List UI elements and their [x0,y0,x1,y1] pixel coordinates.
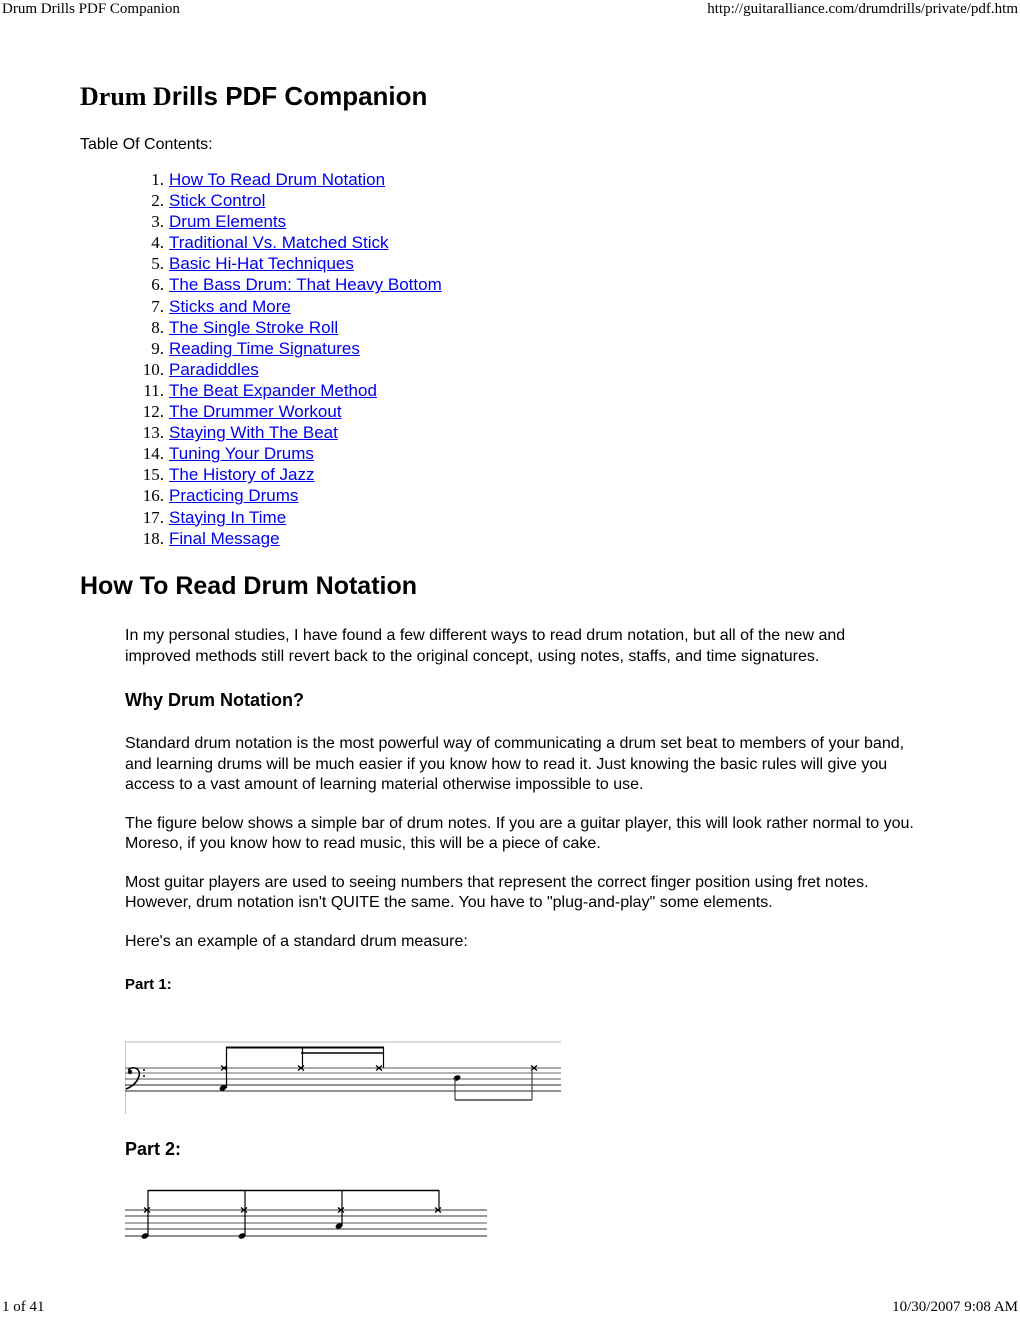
toc-item-number: 17. [142,507,164,527]
toc-link[interactable]: The Bass Drum: That Heavy Bottom [169,274,442,295]
toc-link[interactable]: Basic Hi-Hat Techniques [169,253,354,274]
page-count: 1 of 41 [2,1299,45,1315]
staff-lines [125,1067,561,1092]
toc-link[interactable]: Tuning Your Drums [169,443,314,464]
staff-lines [125,1209,487,1237]
toc-link[interactable]: How To Read Drum Notation [169,169,385,190]
toc-link[interactable]: Staying With The Beat [169,422,338,443]
toc-item: 7. Sticks and More [80,296,940,317]
toc-item: 10. Paradiddles [80,359,940,380]
toc-link[interactable]: Final Message [169,528,280,549]
toc-item: 1. How To Read Drum Notation [80,169,940,190]
document-title-serif-part: Drum D [80,82,172,111]
toc-item: 17. Staying In Time [80,507,940,528]
toc-item-number: 11. [143,380,164,400]
print-header-url: http://guitaralliance.com/drumdrills/pri… [707,1,1018,17]
toc-item-number: 14. [142,444,164,464]
toc-label: Table Of Contents: [80,136,213,153]
toc-item: 9. Reading Time Signatures [80,338,940,359]
toc-item-number: 9. [151,338,164,358]
toc-item-number: 13. [142,423,164,443]
part2-label: Part 2: [125,1139,182,1159]
toc-item: 18. Final Message [80,528,940,549]
toc-item: 2. Stick Control [80,190,940,211]
toc-item-number: 5. [151,254,164,274]
toc-link[interactable]: Practicing Drums [169,485,298,506]
toc-item-number: 15. [142,465,164,485]
paragraph-standard-notation: Standard drum notation is the most power… [125,735,905,793]
toc-link[interactable]: Staying In Time [169,507,286,528]
snare-notehead [453,1075,461,1081]
paragraph-example-intro: Here's an example of a standard drum mea… [125,932,468,950]
toc-item-number: 8. [151,317,164,337]
toc-link[interactable]: Stick Control [169,190,265,211]
notation-figure-part1 [125,1041,561,1114]
document-title: Drum Drills PDF Companion [80,78,940,115]
toc-item-number: 2. [151,191,164,211]
toc-item-number: 7. [151,296,164,316]
toc-item-number: 1. [151,170,164,189]
toc-item: 11. The Beat Expander Method [80,380,940,401]
toc-item: 14. Tuning Your Drums [80,443,940,464]
toc-item-number: 16. [142,486,164,506]
toc-item: 5. Basic Hi-Hat Techniques [80,253,940,274]
subheading-why-drum-notation: Why Drum Notation? [125,690,304,710]
table-of-contents: 1. How To Read Drum Notation 2. Stick Contr… [80,169,940,549]
toc-item-number: 6. [151,275,164,295]
section-heading: How To Read Drum Notation [80,572,418,600]
toc-item: 8. The Single Stroke Roll [80,317,940,338]
print-header-title: Drum Drills PDF Companion [2,1,180,17]
toc-link[interactable]: Paradiddles [169,359,259,380]
bass-clef-icon [125,1067,145,1090]
toc-item: 4. Traditional Vs. Matched Stick [80,232,940,253]
intro-paragraph: In my personal studies, I have found a f… [125,627,846,665]
toc-item: 13. Staying With The Beat [80,422,940,443]
toc-item-number: 18. [142,528,164,548]
part1-label: Part 1: [125,976,172,993]
toc-item-number: 12. [142,402,164,422]
toc-link[interactable]: The History of Jazz [169,464,315,485]
document-title-sans-part: rills PDF Companion [171,81,428,111]
toc-link[interactable]: Drum Elements [169,211,286,232]
toc-link[interactable]: The Beat Expander Method [169,380,377,401]
toc-item: 6. The Bass Drum: That Heavy Bottom [80,274,940,295]
toc-link[interactable]: Traditional Vs. Matched Stick [169,232,389,253]
toc-link[interactable]: Reading Time Signatures [169,338,360,359]
toc-item: 12. The Drummer Workout [80,401,940,422]
section-body: In my personal studies, I have found a f… [125,626,915,996]
toc-link[interactable]: The Single Stroke Roll [169,317,338,338]
notation-figure-part2 [125,1189,487,1239]
toc-link[interactable]: The Drummer Workout [169,401,342,422]
toc-item: 16. Practicing Drums [80,485,940,506]
toc-item: 3. Drum Elements [80,211,940,232]
toc-item-number: 10. [142,359,164,379]
notes-part2 [141,1189,442,1239]
toc-item: 15. The History of Jazz [80,464,940,485]
toc-item-number: 4. [151,233,164,253]
toc-link[interactable]: Sticks and More [169,296,291,317]
print-timestamp: 10/30/2007 9:08 AM [892,1299,1018,1315]
toc-item-number: 3. [151,212,164,232]
paragraph-figure-below: The figure below shows a simple bar of d… [125,814,914,853]
document-content: Drum Drills PDF Companion Table Of Conte… [80,78,940,993]
paragraph-guitar-players: Most guitar players are used to seeing n… [125,873,869,912]
